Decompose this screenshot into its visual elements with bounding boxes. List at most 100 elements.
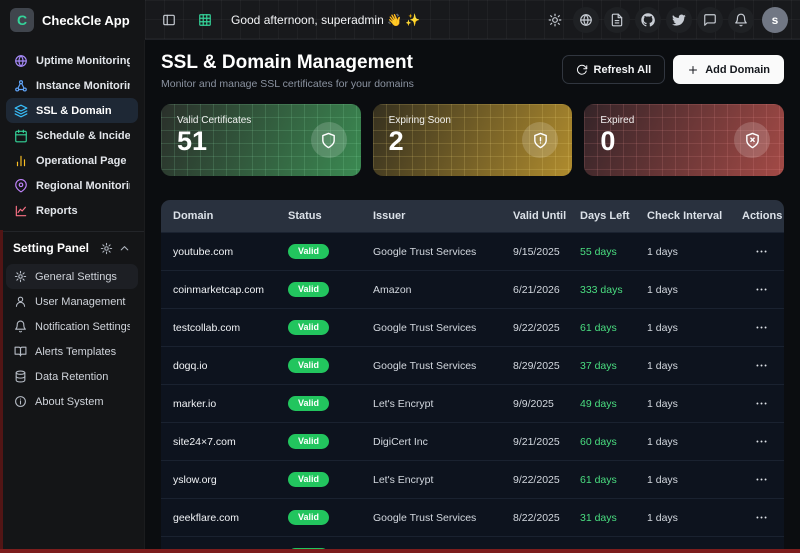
settings-item-about-system[interactable]: About System — [6, 389, 138, 414]
sun-icon — [548, 13, 562, 27]
status-badge: Valid — [288, 510, 329, 526]
domain-cell: youtube.com — [173, 246, 288, 258]
sidebar-item-uptime-monitoring[interactable]: Uptime Monitoring — [6, 48, 138, 73]
status-badge: Valid — [288, 320, 329, 336]
stat-card-valid-certificates: Valid Certificates51 — [161, 104, 361, 176]
valid-until-cell: 8/22/2025 — [513, 512, 580, 524]
topbar: C CheckCle App Good afternoon, superadmi… — [0, 0, 800, 40]
table-row: coinmarketcap.comValidAmazon6/21/2026333… — [161, 270, 784, 308]
sidebar-toggle-icon — [162, 13, 176, 27]
sun-button[interactable] — [542, 7, 568, 33]
globe-button[interactable] — [573, 7, 599, 33]
brand: C CheckCle App — [0, 0, 145, 40]
sidebar: Uptime Monitoring Instance Monitoring SSL … — [0, 40, 145, 553]
app-logo: C — [10, 8, 34, 32]
settings-item-general-settings[interactable]: General Settings — [6, 264, 138, 289]
refresh-icon — [576, 64, 588, 76]
domain-cell: site24×7.com — [173, 436, 288, 448]
settings-item-label: Alerts Templates — [35, 346, 116, 358]
settings-panel-label: Setting Panel — [13, 241, 89, 255]
more-icon — [755, 397, 768, 410]
chat-button[interactable] — [697, 7, 723, 33]
status-cell: Valid — [288, 320, 373, 336]
valid-until-cell: 9/22/2025 — [513, 322, 580, 334]
valid-until-cell: 8/29/2025 — [513, 360, 580, 372]
status-cell: Valid — [288, 510, 373, 526]
settings-item-alerts-templates[interactable]: Alerts Templates — [6, 339, 138, 364]
actions-cell — [742, 279, 772, 301]
sidebar-item-reports[interactable]: Reports — [6, 198, 138, 223]
days-left-cell: 333 days — [580, 284, 647, 296]
status-cell: Valid — [288, 434, 373, 450]
app-title: CheckCle App — [42, 13, 130, 28]
column-header-status: Status — [288, 210, 373, 222]
sidebar-item-schedule-incident[interactable]: Schedule & Incident — [6, 123, 138, 148]
refresh-all-button[interactable]: Refresh All — [562, 55, 666, 84]
chevron-up-icon[interactable] — [118, 242, 131, 255]
sidebar-item-label: Instance Monitoring — [36, 80, 130, 92]
issuer-cell: Google Trust Services — [373, 322, 513, 334]
settings-item-label: Notification Settings — [35, 321, 130, 333]
issuer-cell: Google Trust Services — [373, 360, 513, 372]
column-header-days-left: Days Left — [580, 210, 647, 222]
settings-item-notification-settings[interactable]: Notification Settings — [6, 314, 138, 339]
settings-item-label: About System — [35, 396, 103, 408]
app-logo-letter: C — [17, 12, 27, 28]
row-actions-button[interactable] — [750, 317, 772, 339]
shield-x-icon — [744, 132, 761, 149]
domain-cell: marker.io — [173, 398, 288, 410]
more-icon — [755, 359, 768, 372]
valid-until-cell: 9/15/2025 — [513, 246, 580, 258]
actions-cell — [742, 241, 772, 263]
check-interval-cell: 1 days — [647, 246, 742, 258]
issuer-cell: Let's Encrypt — [373, 474, 513, 486]
row-actions-button[interactable] — [750, 393, 772, 415]
more-icon — [755, 473, 768, 486]
page-title: SSL & Domain Management — [161, 52, 414, 74]
bar-chart-icon — [14, 154, 28, 168]
row-actions-button[interactable] — [750, 279, 772, 301]
status-cell: Valid — [288, 358, 373, 374]
status-cell: Valid — [288, 396, 373, 412]
status-cell: Valid — [288, 282, 373, 298]
settings-item-user-management[interactable]: User Management — [6, 289, 138, 314]
add-domain-button[interactable]: Add Domain — [673, 55, 784, 84]
github-button[interactable] — [635, 7, 661, 33]
sidebar-item-regional-monitoring[interactable]: Regional Monitoring — [6, 173, 138, 198]
grid-view-button[interactable] — [193, 8, 217, 32]
user-avatar[interactable]: s — [762, 7, 788, 33]
valid-until-cell: 9/22/2025 — [513, 474, 580, 486]
sidebar-item-operational-page[interactable]: Operational Page — [6, 148, 138, 173]
settings-panel-header[interactable]: Setting Panel — [0, 232, 144, 264]
bell-button[interactable] — [728, 7, 754, 33]
status-cell: Valid — [288, 472, 373, 488]
sidebar-toggle-button[interactable] — [157, 8, 181, 32]
table-row: geekflare.comValidGoogle Trust Services8… — [161, 498, 784, 536]
app-window: C CheckCle App Good afternoon, superadmi… — [0, 0, 800, 553]
stat-cards: Valid Certificates51Expiring Soon2Expire… — [161, 104, 784, 176]
table-row: marker.ioValidLet's Encrypt9/9/202549 da… — [161, 384, 784, 422]
stat-card-icon-wrap — [311, 122, 347, 158]
gear-icon[interactable] — [100, 242, 113, 255]
row-actions-button[interactable] — [750, 431, 772, 453]
file-button[interactable] — [604, 7, 630, 33]
days-left-cell: 60 days — [580, 436, 647, 448]
row-actions-button[interactable] — [750, 507, 772, 529]
bell-icon — [734, 13, 748, 27]
status-badge: Valid — [288, 244, 329, 260]
sidebar-item-instance-monitoring[interactable]: Instance Monitoring — [6, 73, 138, 98]
check-interval-cell: 1 days — [647, 512, 742, 524]
settings-item-data-retention[interactable]: Data Retention — [6, 364, 138, 389]
more-icon — [755, 245, 768, 258]
header-actions: Refresh All Add Domain — [562, 55, 784, 84]
row-actions-button[interactable] — [750, 241, 772, 263]
sidebar-item-label: SSL & Domain — [36, 105, 112, 117]
twitter-button[interactable] — [666, 7, 692, 33]
column-header-domain: Domain — [173, 210, 288, 222]
row-actions-button[interactable] — [750, 469, 772, 491]
sidebar-item-ssl-domain[interactable]: SSL & Domain — [6, 98, 138, 123]
check-interval-cell: 1 days — [647, 284, 742, 296]
settings-item-label: Data Retention — [35, 371, 108, 383]
row-actions-button[interactable] — [750, 355, 772, 377]
table-row: youtube.comValidGoogle Trust Services9/1… — [161, 232, 784, 270]
